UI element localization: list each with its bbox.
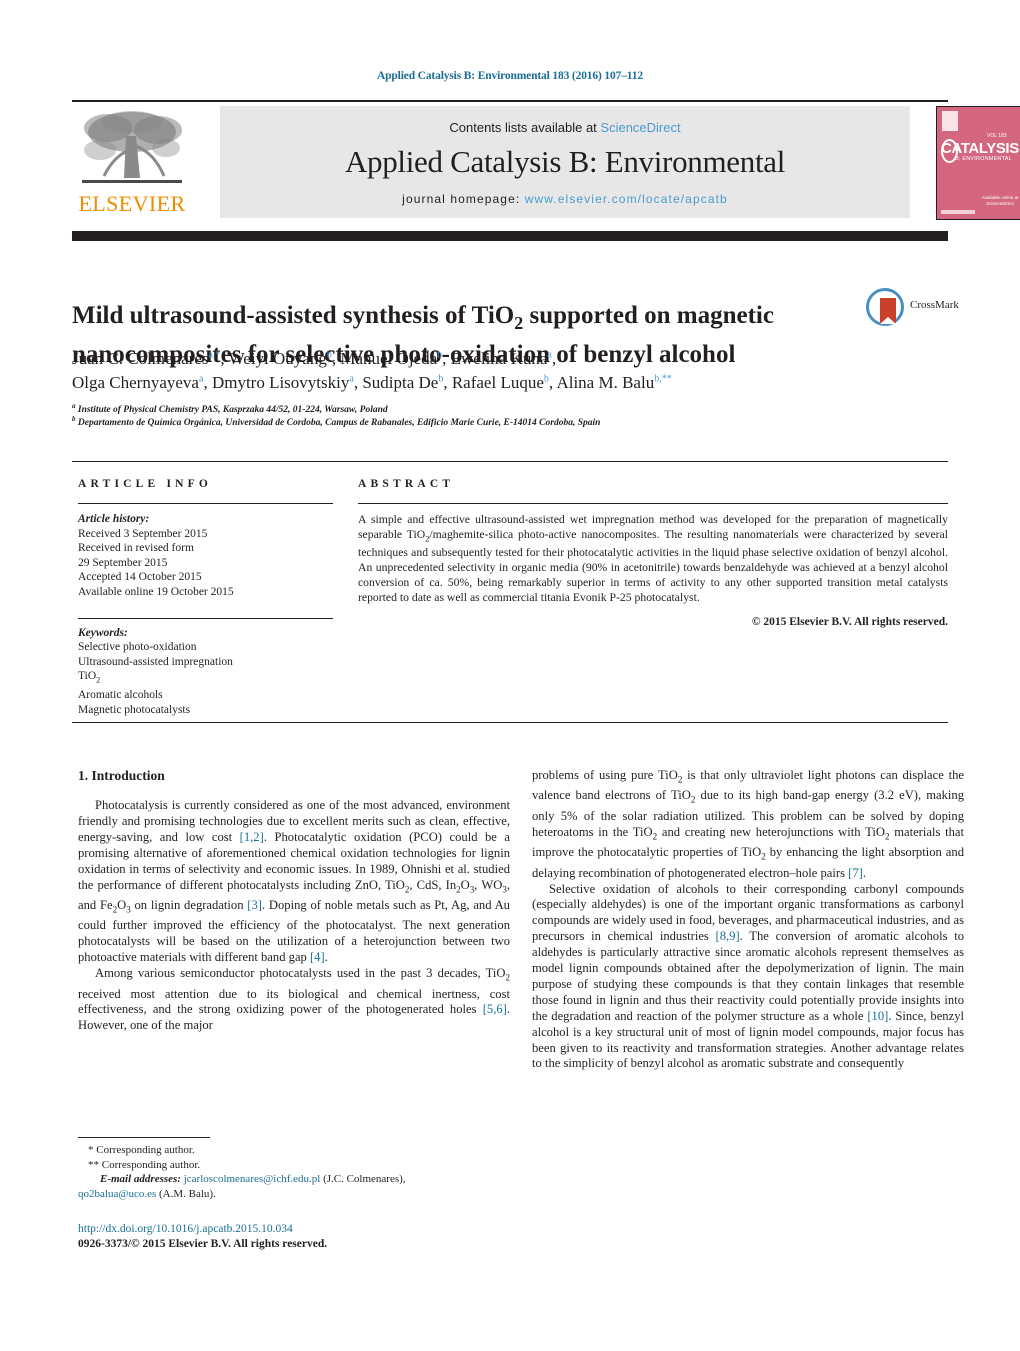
running-head: Applied Catalysis B: Environmental 183 (… <box>377 70 643 82</box>
cover-volume-tag: VOL 183 <box>987 133 1007 139</box>
issn-copyright-line: 0926-3373/© 2015 Elsevier B.V. All right… <box>78 1238 328 1250</box>
keyword-item: Ultrasound-assisted impregnation <box>78 655 233 668</box>
title-line-1b: supported on magnetic <box>523 301 774 329</box>
cover-footer-text: Available online at ScienceDirect <box>981 195 1019 206</box>
affiliations: a Institute of Physical Chemistry PAS, K… <box>72 401 948 430</box>
elsevier-tree-icon <box>82 111 182 183</box>
body-top-rule <box>72 722 948 723</box>
crossmark-label: CrossMark <box>910 299 959 311</box>
article-info-heading: ARTICLE INFO <box>78 478 213 490</box>
footnote-rule <box>78 1137 210 1138</box>
affiliation-a-text: Institute of Physical Chemistry PAS, Kas… <box>77 405 388 415</box>
affiliation-b: b Departamento de Química Orgánica, Univ… <box>72 414 601 428</box>
cover-subtitle: B: ENVIRONMENTAL <box>955 156 1012 162</box>
elsevier-wordmark: ELSEVIER <box>78 191 186 216</box>
masthead-bottom-bar <box>72 231 948 241</box>
history-item: Available online 19 October 2015 <box>78 585 234 598</box>
title-line-1: Mild ultrasound-assisted synthesis of Ti… <box>72 301 515 329</box>
email-link-1[interactable]: jcarloscolmenares@ichf.edu.pl <box>184 1173 321 1185</box>
contents-available-line: Contents lists available at ScienceDirec… <box>220 120 910 135</box>
sciencedirect-link[interactable]: ScienceDirect <box>600 120 680 135</box>
footnote-email-line-2: qo2baluа@uco.es (A.M. Balu). <box>78 1187 510 1202</box>
elsevier-logo: ELSEVIER <box>72 106 192 218</box>
history-item: Received in revised form <box>78 542 194 555</box>
contents-prefix: Contents lists available at <box>449 120 601 135</box>
email-owner-1: (J.C. Colmenares), <box>320 1173 406 1186</box>
abstract-column: ABSTRACT A simple and effective ultrasou… <box>358 478 948 628</box>
crossmark-circle-icon <box>866 288 904 326</box>
cover-bottom-bar <box>941 210 975 214</box>
journal-masthead: ELSEVIER Contents lists available at Sci… <box>72 102 1020 220</box>
journal-homepage-line: journal homepage: www.elsevier.com/locat… <box>220 192 910 206</box>
article-info-rule <box>78 503 333 504</box>
doi-block: http://dx.doi.org/10.1016/j.apcatb.2015.… <box>78 1222 510 1252</box>
article-info-column: ARTICLE INFO Article history: Received 3… <box>78 478 333 717</box>
keyword-item: Aromatic alcohols <box>78 689 163 702</box>
keyword-item: Magnetic photocatalysts <box>78 703 191 716</box>
journal-homepage-link[interactable]: www.elsevier.com/locate/apcatb <box>525 192 728 206</box>
email-addresses-label: E-mail addresses: <box>100 1173 181 1186</box>
crossmark-badge[interactable]: CrossMark <box>866 286 959 330</box>
keywords-rule <box>78 617 333 619</box>
abstract-heading: ABSTRACT <box>358 478 455 490</box>
intro-paragraph-4: Selective oxidation of alcohols to their… <box>532 881 964 1071</box>
keywords-block: Keywords: Selective photo-oxidation Ultr… <box>78 626 333 718</box>
history-item: Received 3 September 2015 <box>78 527 208 540</box>
cover-elsevier-mark <box>942 111 958 131</box>
footnote-corresponding-2: ** Corresponding author. <box>88 1158 201 1171</box>
keyword-item-tio2: TiO2 <box>78 670 101 685</box>
history-item: 29 September 2015 <box>78 556 168 569</box>
intro-paragraph-2: Among various semiconductor photocatalys… <box>78 966 510 1033</box>
keyword-item: Selective photo-oxidation <box>78 641 197 654</box>
abstract-text: A simple and effective ultrasound-assist… <box>358 513 948 604</box>
journal-cover-thumbnail: VOL 183 CATALYSIS B: ENVIRONMENTAL Avail… <box>936 106 1020 220</box>
homepage-prefix: journal homepage: <box>402 192 525 206</box>
intro-paragraph-3: problems of using pure TiO2 is that only… <box>532 768 964 880</box>
affiliation-b-text: Departamento de Química Orgánica, Univer… <box>77 418 601 428</box>
intro-paragraph-1: Photocatalysis is currently considered a… <box>78 798 510 965</box>
info-top-rule <box>72 461 948 462</box>
abstract-copyright: © 2015 Elsevier B.V. All rights reserved… <box>751 615 948 628</box>
journal-title: Applied Catalysis B: Environmental <box>344 144 786 179</box>
doi-link[interactable]: http://dx.doi.org/10.1016/j.apcatb.2015.… <box>78 1222 510 1237</box>
affiliation-a: a Institute of Physical Chemistry PAS, K… <box>72 401 388 415</box>
title-subscript: 2 <box>514 312 524 333</box>
article-history-block: Article history: Received 3 September 20… <box>78 512 333 600</box>
footnote-corresponding-1: * Corresponding author. <box>88 1144 195 1156</box>
history-item: Accepted 14 October 2015 <box>78 571 202 584</box>
body-column-right: problems of using pure TiO2 is that only… <box>532 768 964 1072</box>
cover-title: CATALYSIS <box>941 140 1019 157</box>
footnotes-block: * Corresponding author. ** Corresponding… <box>78 1143 510 1201</box>
email-link-2[interactable]: qo2baluа@uco.es <box>78 1188 156 1200</box>
footnote-email-line-1: E-mail addresses: jcarloscolmenares@ichf… <box>78 1172 510 1187</box>
author-list: Juan C. Colmenaresa,*, Weiyi Ouyangb, Ma… <box>72 349 672 392</box>
crossmark-notch-icon <box>880 317 896 324</box>
journal-title-box: Contents lists available at ScienceDirec… <box>220 106 910 218</box>
article-history-label: Article history: <box>78 513 150 525</box>
body-column-left: 1. Introduction Photocatalysis is curren… <box>78 768 510 1034</box>
abstract-rule <box>358 503 948 504</box>
keywords-label: Keywords: <box>78 626 128 639</box>
paper-page: Applied Catalysis B: Environmental 183 (… <box>0 0 1020 1351</box>
section-heading-introduction: 1. Introduction <box>78 768 165 783</box>
email-owner-2: (A.M. Balu). <box>156 1187 216 1200</box>
